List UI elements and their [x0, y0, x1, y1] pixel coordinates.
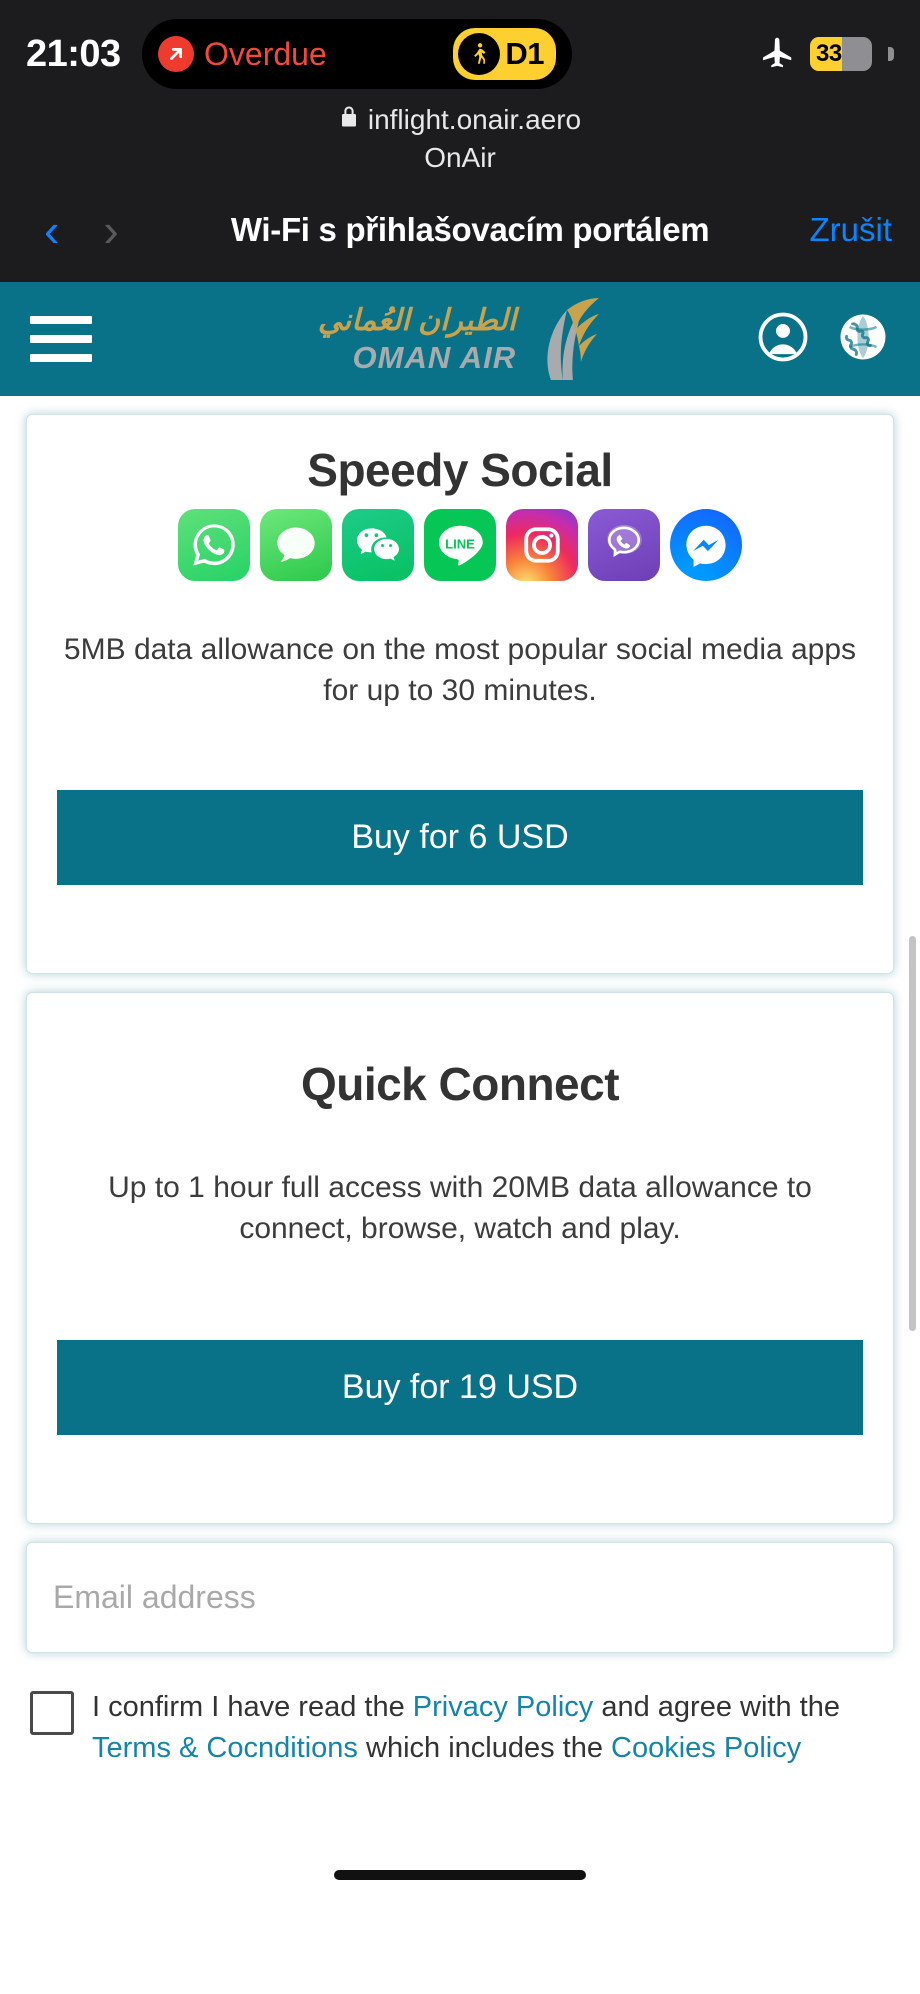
privacy-policy-link[interactable]: Privacy Policy — [413, 1691, 594, 1723]
dynamic-island-gate-pill: D1 — [453, 28, 556, 80]
consent-text-part3: which includes the — [357, 1731, 612, 1764]
consent-row: I confirm I have read the Privacy Policy… — [30, 1687, 890, 1769]
user-account-icon[interactable] — [756, 310, 810, 369]
consent-text: I confirm I have read the Privacy Policy… — [92, 1687, 890, 1769]
globe-language-icon[interactable] — [836, 310, 890, 369]
cancel-button[interactable]: Zrušit — [800, 211, 899, 249]
url-text: inflight.onair.aero — [367, 104, 582, 135]
oman-air-logo[interactable]: الطيران العُماني OMAN AIR — [318, 296, 602, 382]
logo-latin-text: OMAN AIR — [352, 339, 517, 375]
whatsapp-icon — [178, 509, 250, 581]
page-title: Wi-Fi s přihlašovacím portálem — [230, 211, 710, 248]
terms-conditions-link[interactable]: Terms & Cocnditions — [92, 1732, 358, 1764]
status-bar-clock: 21:03 — [26, 32, 121, 75]
battery-indicator: 33 — [810, 37, 872, 71]
imessage-icon — [260, 509, 332, 581]
buy-button-speedy-social[interactable]: Buy for 6 USD — [57, 789, 863, 885]
messenger-icon — [670, 509, 742, 581]
oman-air-feather-icon — [547, 298, 600, 380]
status-bar-indicators: 33 — [758, 33, 894, 76]
airplane-icon — [758, 33, 796, 76]
chevron-right-icon[interactable]: › — [81, 207, 140, 253]
header-icon-group — [756, 310, 890, 369]
consent-checkbox[interactable] — [30, 1690, 74, 1735]
logo-text: الطيران العُماني OMAN AIR — [317, 303, 517, 375]
portal-content: Speedy Social LINE 5MB data allowance on… — [0, 396, 920, 1896]
svg-text:LINE: LINE — [445, 537, 475, 552]
walking-person-icon — [458, 33, 501, 75]
buy-button-quick-connect[interactable]: Buy for 19 USD — [57, 1339, 863, 1435]
wechat-icon — [342, 509, 414, 581]
plan-card-speedy-social: Speedy Social LINE 5MB data allowance on… — [26, 414, 894, 974]
email-field-container — [26, 1541, 894, 1653]
email-input[interactable] — [53, 1564, 867, 1630]
browser-url-block: inflight.onair.aero OnAir — [0, 92, 920, 178]
captive-portal-navbar: ‹ › Wi-Fi s přihlašovacím portálem Zruši… — [0, 178, 920, 282]
url-line: inflight.onair.aero — [0, 104, 920, 136]
dynamic-island[interactable]: Overdue D1 — [142, 19, 572, 89]
dynamic-island-alert-label: Overdue — [204, 35, 327, 72]
plan-title: Speedy Social — [307, 444, 613, 496]
line-icon: LINE — [424, 509, 496, 581]
ios-system-chrome: 21:03 Overdue D1 33 inflight.onair.aero … — [0, 0, 920, 282]
hamburger-menu-icon[interactable] — [30, 316, 92, 362]
scrollbar-indicator[interactable] — [909, 936, 916, 1331]
status-bar: 21:03 Overdue D1 33 — [0, 16, 920, 92]
logo-arabic-text: الطيران العُماني — [317, 303, 517, 337]
supported-apps-row: LINE — [57, 509, 863, 581]
browser-app-name: OnAir — [424, 142, 496, 173]
consent-text-part2: and agree with the — [593, 1690, 840, 1723]
instagram-icon — [506, 509, 578, 581]
arrow-up-right-icon — [158, 36, 194, 72]
plan-description: 5MB data allowance on the most popular s… — [63, 633, 857, 708]
home-indicator-area — [0, 1854, 920, 1896]
battery-cap — [888, 47, 894, 61]
viber-icon — [588, 509, 660, 581]
plan-title: Quick Connect — [300, 1057, 620, 1110]
lock-icon — [339, 104, 359, 136]
cookies-policy-link[interactable]: Cookies Policy — [611, 1732, 801, 1764]
dynamic-island-gate-label: D1 — [505, 36, 544, 71]
brand-header: الطيران العُماني OMAN AIR — [0, 282, 920, 396]
plan-description: Up to 1 hour full access with 20MB data … — [108, 1170, 812, 1246]
consent-text-part1: I confirm I have read the — [92, 1690, 413, 1723]
home-indicator[interactable] — [334, 1870, 586, 1880]
battery-percent-label: 33 — [816, 40, 842, 67]
chevron-left-icon[interactable]: ‹ — [22, 207, 81, 253]
plan-card-quick-connect: Quick Connect Up to 1 hour full access w… — [26, 991, 894, 1524]
